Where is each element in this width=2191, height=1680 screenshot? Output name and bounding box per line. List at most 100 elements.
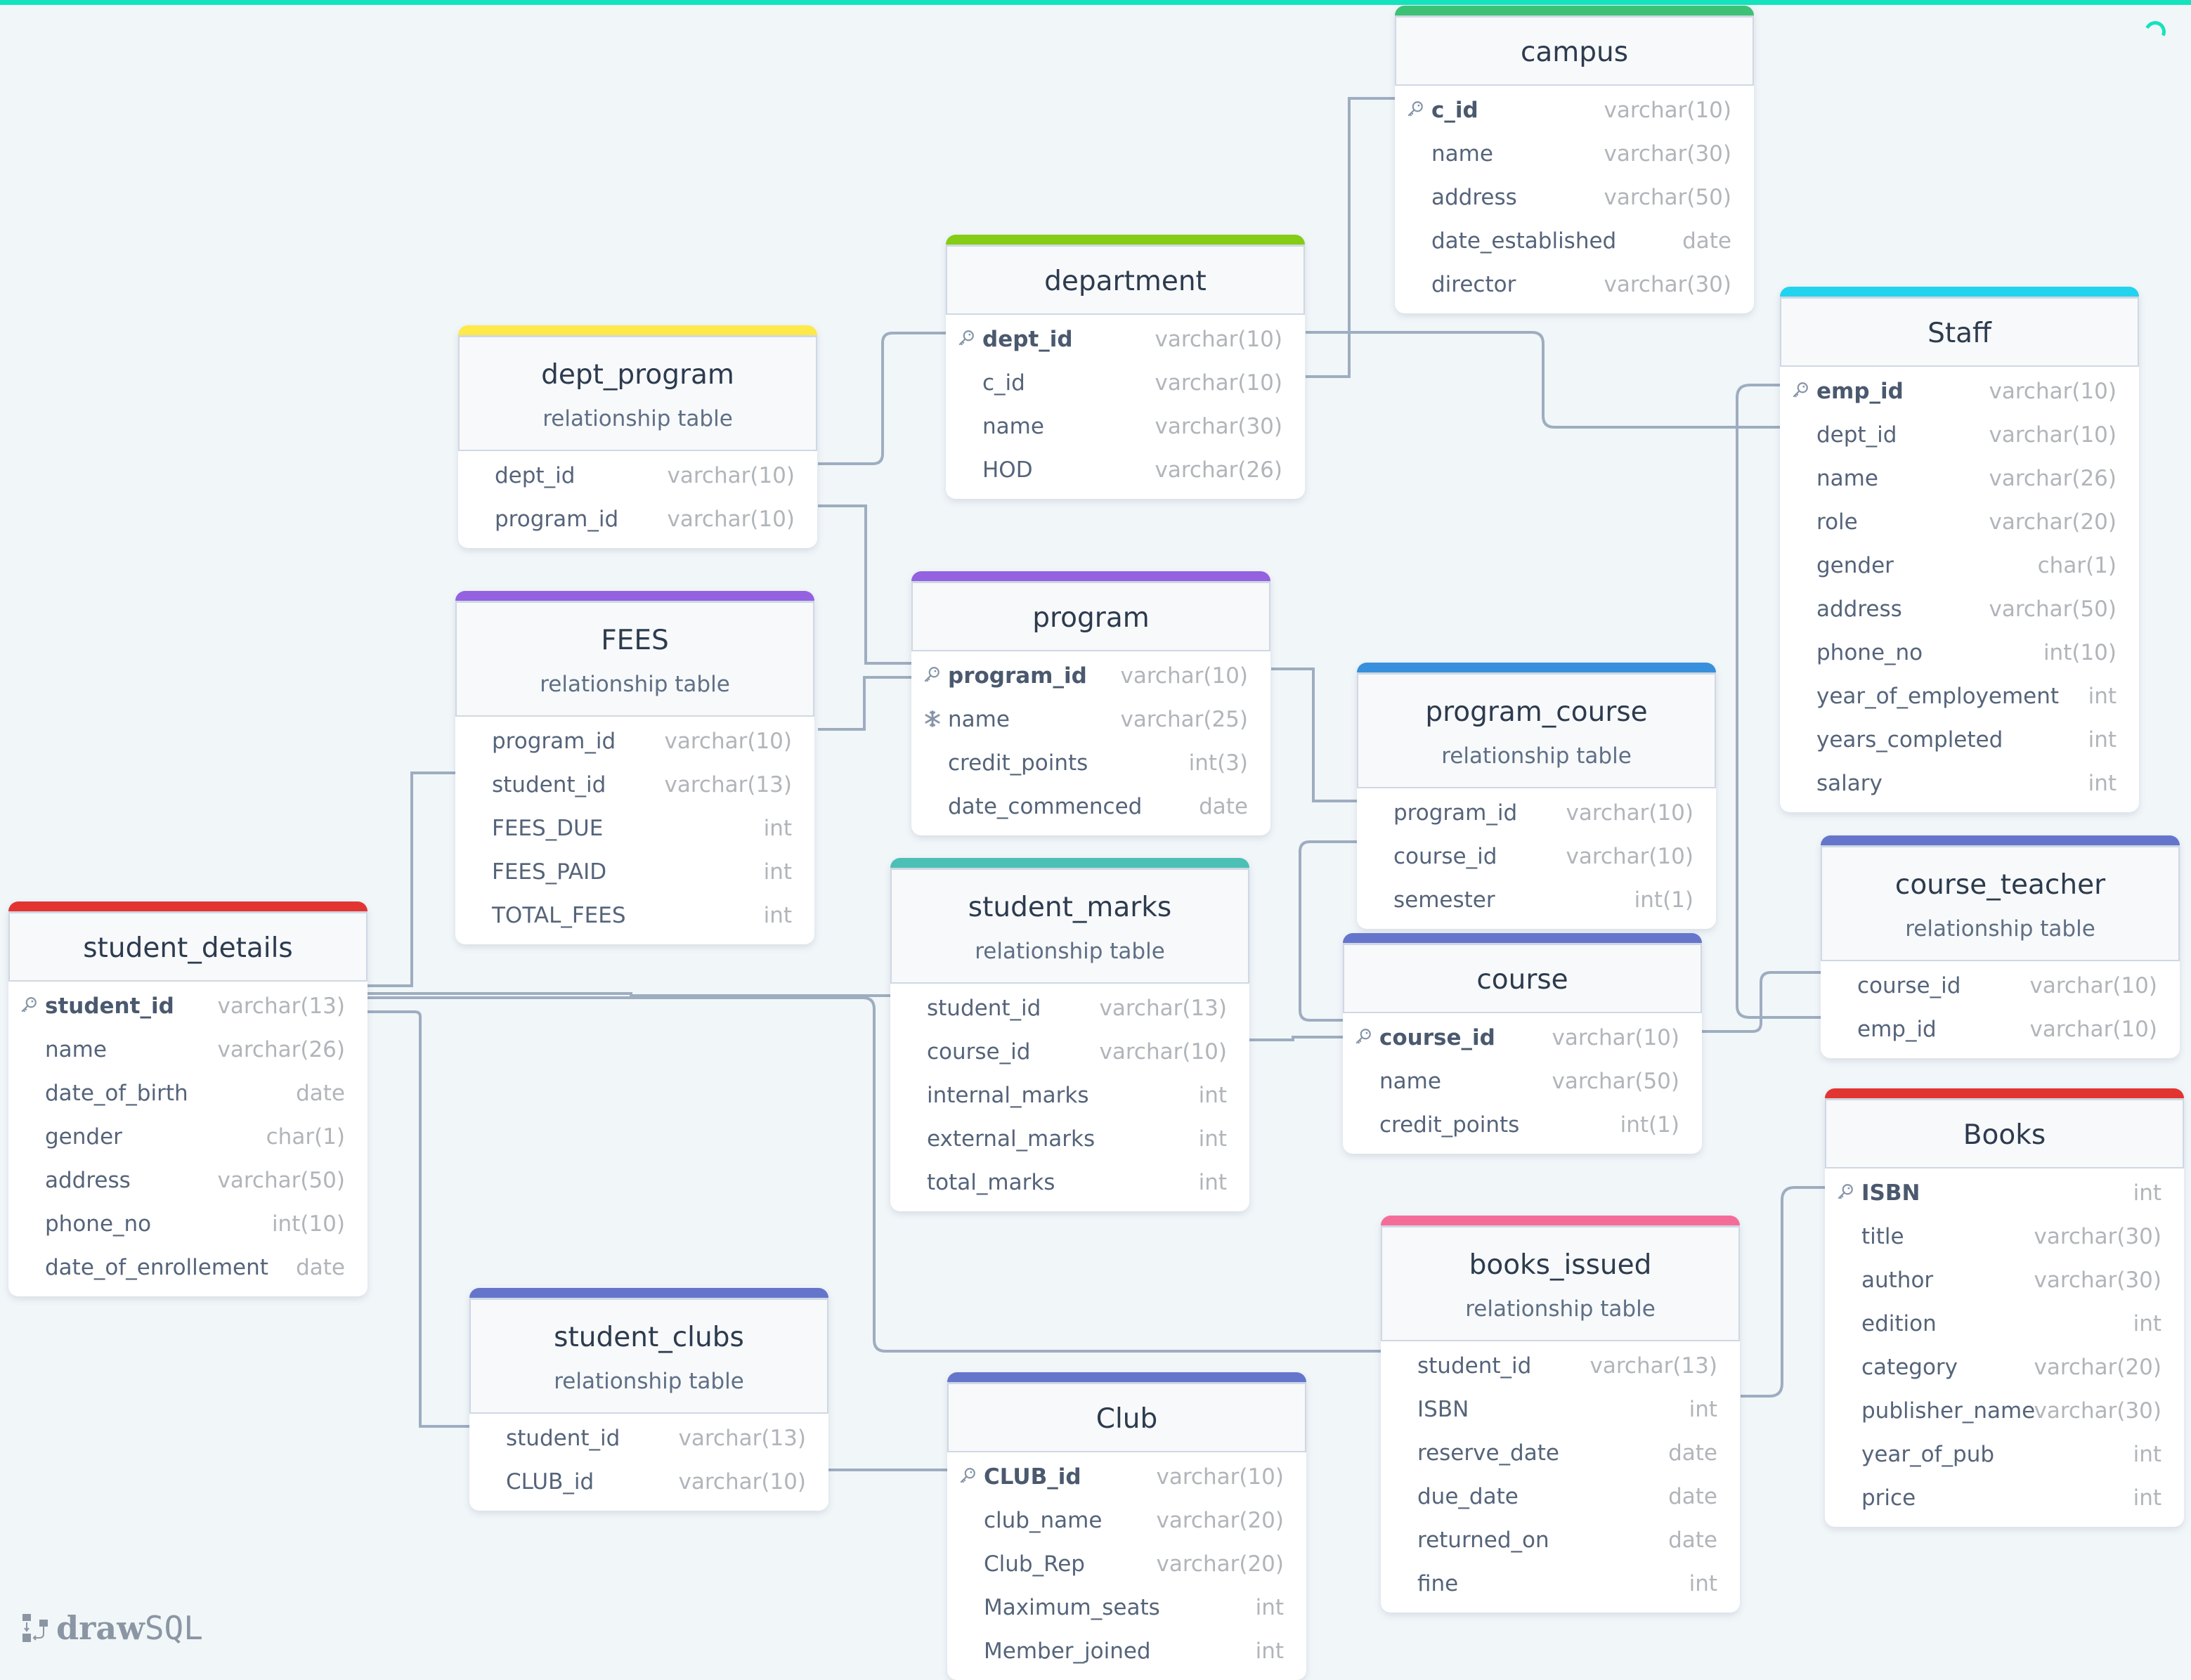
field-row[interactable]: author varchar(30) — [1825, 1258, 2184, 1302]
field-row[interactable]: emp_id varchar(10) — [1821, 1008, 2180, 1051]
table-header[interactable]: student_marks relationship table — [890, 868, 1249, 984]
field-row[interactable]: date_of_enrollement date — [8, 1246, 368, 1289]
table-program[interactable]: program program_id varchar(10) name varchar(… — [911, 571, 1270, 835]
field-row[interactable]: credit_points int(1) — [1343, 1103, 1702, 1147]
field-row[interactable]: course_id varchar(10) — [1821, 964, 2180, 1008]
field-row[interactable]: returned_on date — [1381, 1518, 1740, 1562]
field-row[interactable]: FEES_DUE int — [455, 807, 814, 850]
field-row[interactable]: category varchar(20) — [1825, 1346, 2184, 1389]
field-row[interactable]: gender char(1) — [1780, 544, 2139, 587]
table-header[interactable]: course_teacher relationship table — [1821, 845, 2180, 961]
field-row[interactable]: program_id varchar(10) — [1357, 791, 1716, 835]
field-row[interactable]: name varchar(30) — [1395, 132, 1754, 176]
field-row[interactable]: year_of_employement int — [1780, 675, 2139, 718]
field-row[interactable]: semester int(1) — [1357, 878, 1716, 922]
table-program_course[interactable]: program_course relationship table program_… — [1357, 663, 1716, 929]
field-row[interactable]: publisher_name varchar(30) — [1825, 1389, 2184, 1433]
field-row[interactable]: edition int — [1825, 1302, 2184, 1346]
field-row[interactable]: CLUB_id varchar(10) — [947, 1455, 1306, 1499]
field-row[interactable]: c_id varchar(10) — [946, 361, 1305, 405]
table-header[interactable]: FEES relationship table — [455, 601, 814, 717]
field-row[interactable]: date_established date — [1395, 219, 1754, 263]
field-row[interactable]: due_date date — [1381, 1475, 1740, 1518]
field-row[interactable]: dept_id varchar(10) — [1780, 413, 2139, 457]
field-row[interactable]: Maximum_seats int — [947, 1586, 1306, 1629]
field-row[interactable]: total_marks int — [890, 1161, 1249, 1204]
table-header[interactable]: student_details — [8, 911, 368, 982]
field-row[interactable]: FEES_PAID int — [455, 850, 814, 894]
field-row[interactable]: student_id varchar(13) — [469, 1417, 828, 1460]
field-row[interactable]: HOD varchar(26) — [946, 448, 1305, 492]
table-course_teacher[interactable]: course_teacher relationship table course_i… — [1821, 835, 2180, 1058]
field-row[interactable]: address varchar(50) — [8, 1159, 368, 1202]
field-row[interactable]: student_id varchar(13) — [890, 986, 1249, 1030]
field-row[interactable]: TOTAL_FEES int — [455, 894, 814, 937]
table-header[interactable]: Books — [1825, 1098, 2184, 1168]
field-row[interactable]: dept_id varchar(10) — [946, 318, 1305, 361]
field-row[interactable]: course_id varchar(10) — [1343, 1016, 1702, 1060]
field-row[interactable]: credit_points int(3) — [911, 741, 1270, 785]
field-row[interactable]: ISBN int — [1381, 1388, 1740, 1431]
field-row[interactable]: address varchar(50) — [1395, 176, 1754, 219]
field-row[interactable]: dept_id varchar(10) — [458, 454, 817, 497]
field-row[interactable]: student_id varchar(13) — [8, 984, 368, 1028]
field-row[interactable]: gender char(1) — [8, 1115, 368, 1159]
field-row[interactable]: name varchar(26) — [8, 1028, 368, 1072]
table-header[interactable]: Club — [947, 1382, 1306, 1452]
field-row[interactable]: Club_Rep varchar(20) — [947, 1542, 1306, 1586]
field-row[interactable]: date_of_birth date — [8, 1072, 368, 1115]
table-campus[interactable]: campus c_id varchar(10) name varchar(30) addr… — [1395, 6, 1754, 313]
field-row[interactable]: club_name varchar(20) — [947, 1499, 1306, 1542]
field-row[interactable]: address varchar(50) — [1780, 587, 2139, 631]
table-header[interactable]: books_issued relationship table — [1381, 1225, 1740, 1341]
table-student_marks[interactable]: student_marks relationship table student_i… — [890, 858, 1249, 1211]
field-row[interactable]: ISBN int — [1825, 1171, 2184, 1215]
field-row[interactable]: phone_no int(10) — [1780, 631, 2139, 675]
field-row[interactable]: director varchar(30) — [1395, 263, 1754, 306]
field-row[interactable]: name varchar(25) — [911, 698, 1270, 741]
field-row[interactable]: year_of_pub int — [1825, 1433, 2184, 1476]
field-row[interactable]: student_id varchar(13) — [455, 763, 814, 807]
table-header[interactable]: campus — [1395, 15, 1754, 86]
table-department[interactable]: department dept_id varchar(10) c_id varchar(… — [946, 235, 1305, 499]
field-row[interactable]: name varchar(26) — [1780, 457, 2139, 500]
field-row[interactable]: CLUB_id varchar(10) — [469, 1460, 828, 1504]
field-row[interactable]: fine int — [1381, 1562, 1740, 1606]
table-books[interactable]: Books ISBN int title varchar(30) author varcha… — [1825, 1088, 2184, 1527]
field-row[interactable]: program_id varchar(10) — [458, 497, 817, 541]
table-header[interactable]: student_clubs relationship table — [469, 1298, 828, 1414]
field-row[interactable]: title varchar(30) — [1825, 1215, 2184, 1258]
table-student_clubs[interactable]: student_clubs relationship table student_i… — [469, 1288, 828, 1511]
table-course[interactable]: course course_id varchar(10) name varchar(50… — [1343, 933, 1702, 1154]
field-row[interactable]: program_id varchar(10) — [911, 654, 1270, 698]
table-header[interactable]: program — [911, 581, 1270, 651]
field-row[interactable]: course_id varchar(10) — [1357, 835, 1716, 878]
field-row[interactable]: reserve_date date — [1381, 1431, 1740, 1475]
field-row[interactable]: name varchar(30) — [946, 405, 1305, 448]
table-fees[interactable]: FEES relationship table program_id varchar(… — [455, 591, 814, 944]
table-header[interactable]: dept_program relationship table — [458, 335, 817, 451]
field-row[interactable]: salary int — [1780, 762, 2139, 805]
field-row[interactable]: program_id varchar(10) — [455, 719, 814, 763]
table-header[interactable]: department — [946, 245, 1305, 315]
field-row[interactable]: course_id varchar(10) — [890, 1030, 1249, 1074]
field-row[interactable]: external_marks int — [890, 1117, 1249, 1161]
field-row[interactable]: name varchar(50) — [1343, 1060, 1702, 1103]
table-header[interactable]: course — [1343, 943, 1702, 1013]
field-row[interactable]: role varchar(20) — [1780, 500, 2139, 544]
table-header[interactable]: program_course relationship table — [1357, 672, 1716, 788]
table-student_details[interactable]: student_details student_id varchar(13) name… — [8, 901, 368, 1296]
table-dept_program[interactable]: dept_program relationship table dept_id var… — [458, 325, 817, 548]
field-row[interactable]: date_commenced date — [911, 785, 1270, 828]
field-row[interactable]: years_completed int — [1780, 718, 2139, 762]
field-row[interactable]: phone_no int(10) — [8, 1202, 368, 1246]
field-row[interactable]: price int — [1825, 1476, 2184, 1520]
field-row[interactable]: c_id varchar(10) — [1395, 89, 1754, 132]
table-header[interactable]: Staff — [1780, 297, 2139, 367]
table-staff[interactable]: Staff emp_id varchar(10) dept_id varchar(10)… — [1780, 287, 2139, 812]
table-club[interactable]: Club CLUB_id varchar(10) club_name varchar(2… — [947, 1372, 1306, 1680]
field-row[interactable]: internal_marks int — [890, 1074, 1249, 1117]
table-books_issued[interactable]: books_issued relationship table student_id… — [1381, 1216, 1740, 1613]
field-row[interactable]: emp_id varchar(10) — [1780, 370, 2139, 413]
field-row[interactable]: student_id varchar(13) — [1381, 1344, 1740, 1388]
